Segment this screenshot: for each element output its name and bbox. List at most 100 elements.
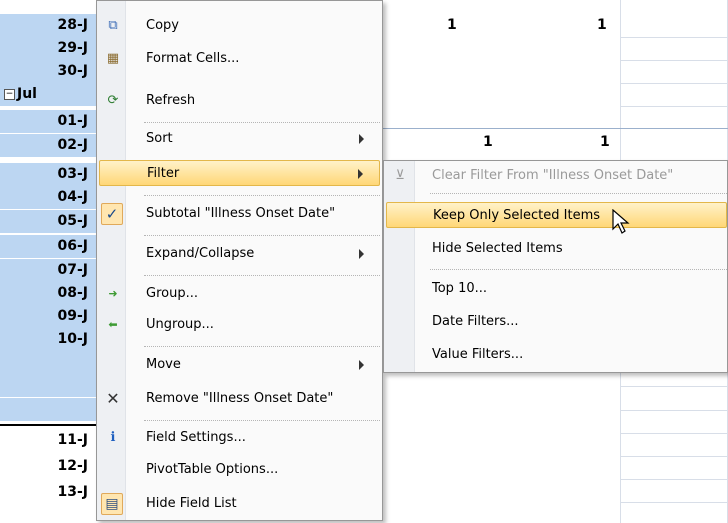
menu-item-label: Expand/Collapse <box>146 246 255 261</box>
menu-item-remove[interactable]: ✕ Remove "Illness Onset Date" <box>99 386 380 412</box>
menu-item-label: Field Settings... <box>146 430 246 445</box>
row-label-fill <box>0 374 96 397</box>
menu-item-subtotal[interactable]: ✓ Subtotal "Illness Onset Date" <box>99 201 380 227</box>
submenu-item-label: Top 10... <box>432 281 488 296</box>
menu-item-hide-field-list[interactable]: ▤ Hide Field List <box>99 491 380 517</box>
submenu-item-value-filters[interactable]: Value Filters... <box>386 342 727 368</box>
menu-item-pivottable-options[interactable]: PivotTable Options... <box>99 457 380 483</box>
grid-row-line <box>620 433 728 434</box>
context-menu: ⧉ Copy ▦ Format Cells... ⟳ Refresh Sort … <box>96 0 383 521</box>
menu-separator <box>144 346 380 347</box>
cell-value[interactable]: 1 <box>447 14 457 37</box>
menu-item-refresh[interactable]: ⟳ Refresh <box>99 88 380 114</box>
menu-separator <box>144 122 380 123</box>
grid-row-line <box>620 386 728 387</box>
copy-icon: ⧉ <box>108 18 118 33</box>
row-label-fill <box>0 398 96 421</box>
submenu-item-label: Keep Only Selected Items <box>433 208 601 223</box>
grid-row-line <box>620 456 728 457</box>
table-border-line <box>0 424 96 426</box>
grid-row-line <box>383 128 728 129</box>
menu-item-group[interactable]: ➜ Group... <box>99 281 380 307</box>
menu-item-label: PivotTable Options... <box>146 462 279 477</box>
row-label[interactable]: 11-J <box>0 429 96 452</box>
refresh-icon: ⟳ <box>107 93 119 108</box>
grid-row-line <box>620 37 728 38</box>
menu-separator <box>144 275 380 276</box>
collapse-toggle-icon[interactable]: − <box>4 88 15 100</box>
row-label[interactable]: 08-J <box>0 282 96 305</box>
menu-item-move[interactable]: Move <box>99 352 380 378</box>
grid-row-line <box>620 502 728 503</box>
submenu-item-date-filters[interactable]: Date Filters... <box>386 309 727 335</box>
menu-item-label: Remove "Illness Onset Date" <box>146 391 334 406</box>
submenu-item-keep-only-selected[interactable]: Keep Only Selected Items <box>386 202 727 228</box>
submenu-arrow-icon <box>359 249 364 259</box>
submenu-arrow-icon <box>358 169 363 179</box>
submenu-item-label: Date Filters... <box>432 314 519 329</box>
menu-item-label: Group... <box>146 286 198 301</box>
submenu-separator <box>430 269 727 270</box>
field-settings-icon: ℹ <box>110 430 116 445</box>
grid-row-line <box>620 83 728 84</box>
menu-item-label: Format Cells... <box>146 51 240 66</box>
row-label[interactable]: 07-J <box>0 259 96 282</box>
menu-item-filter[interactable]: Filter <box>99 160 380 186</box>
group-arrow-icon: ➜ <box>108 287 118 300</box>
menu-item-copy[interactable]: ⧉ Copy <box>99 13 380 39</box>
row-label-fill <box>0 351 96 374</box>
row-label[interactable]: 29-J <box>0 37 96 60</box>
menu-item-expand-collapse[interactable]: Expand/Collapse <box>99 241 380 267</box>
menu-item-ungroup[interactable]: ⬅ Ungroup... <box>99 312 380 338</box>
menu-separator <box>144 420 380 421</box>
field-list-icon: ▤ <box>101 493 123 515</box>
remove-x-icon: ✕ <box>106 389 120 408</box>
submenu-item-clear-filter[interactable]: ⊻ Clear Filter From "Illness Onset Date" <box>386 163 727 189</box>
row-label[interactable]: 02-J <box>0 134 96 157</box>
row-label[interactable]: 13-J <box>0 481 96 504</box>
menu-item-sort[interactable]: Sort <box>99 126 380 152</box>
row-label[interactable]: 01-J <box>0 110 96 133</box>
grid-row-line <box>620 479 728 480</box>
check-icon: ✓ <box>101 203 123 225</box>
grid-row-line <box>620 106 728 107</box>
cell-value[interactable]: 1 <box>597 14 607 37</box>
group-label-text: Jul <box>17 86 37 102</box>
submenu-item-label: Clear Filter From "Illness Onset Date" <box>432 168 674 183</box>
format-cells-icon: ▦ <box>106 51 120 66</box>
submenu-separator <box>430 193 727 194</box>
submenu-item-label: Value Filters... <box>432 347 524 362</box>
menu-item-label: Filter <box>147 166 180 181</box>
submenu-item-hide-selected[interactable]: Hide Selected Items <box>386 236 727 262</box>
row-label[interactable]: 05-J <box>0 210 96 233</box>
row-label[interactable]: 04-J <box>0 186 96 209</box>
row-label[interactable]: 28-J <box>0 14 96 37</box>
menu-item-label: Subtotal "Illness Onset Date" <box>146 206 336 221</box>
menu-item-label: Hide Field List <box>146 496 237 511</box>
submenu-arrow-icon <box>359 134 364 144</box>
submenu-icon-gutter <box>384 161 415 372</box>
clear-filter-icon: ⊻ <box>395 168 405 183</box>
grid-row-line <box>620 60 728 61</box>
grid-row-line <box>620 410 728 411</box>
row-label[interactable]: 12-J <box>0 455 96 478</box>
row-label[interactable]: 06-J <box>0 235 96 258</box>
cell-value[interactable]: 1 <box>483 131 493 154</box>
filter-submenu: ⊻ Clear Filter From "Illness Onset Date"… <box>383 160 728 373</box>
group-label[interactable]: − Jul <box>0 83 96 106</box>
row-label[interactable]: 10-J <box>0 328 96 351</box>
row-label[interactable]: 03-J <box>0 163 96 186</box>
cell-value[interactable]: 1 <box>600 131 610 154</box>
menu-item-field-settings[interactable]: ℹ Field Settings... <box>99 425 380 451</box>
submenu-item-top-10[interactable]: Top 10... <box>386 276 727 302</box>
menu-item-label: Refresh <box>146 93 196 108</box>
menu-separator <box>144 235 380 236</box>
menu-item-label: Copy <box>146 18 179 33</box>
menu-item-label: Ungroup... <box>146 317 214 332</box>
menu-item-format-cells[interactable]: ▦ Format Cells... <box>99 46 380 72</box>
row-label[interactable]: 09-J <box>0 305 96 328</box>
menu-item-label: Move <box>146 357 181 372</box>
mouse-pointer-icon <box>612 209 630 234</box>
row-label[interactable]: 30-J <box>0 60 96 83</box>
submenu-arrow-icon <box>359 360 364 370</box>
